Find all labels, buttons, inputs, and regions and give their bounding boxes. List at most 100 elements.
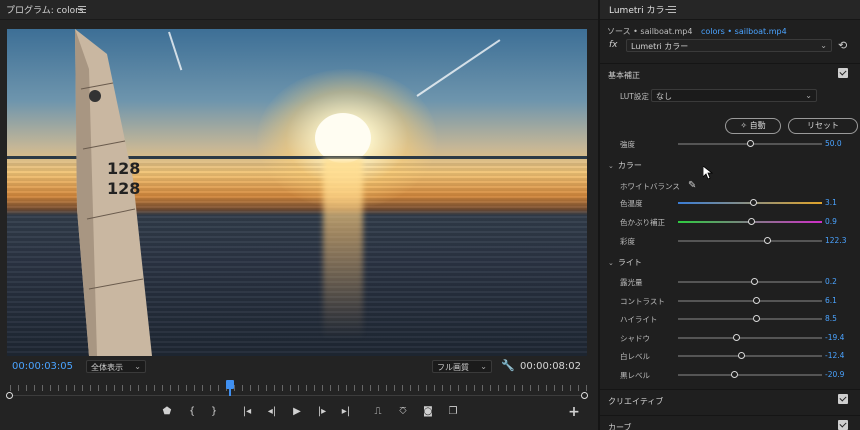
slider-track[interactable] xyxy=(678,336,822,339)
slider-label: 色温度 xyxy=(620,199,643,208)
chevron-down-icon: ⌄ xyxy=(134,362,141,371)
slider-value[interactable]: 6.1 xyxy=(825,296,837,305)
contrail-right xyxy=(416,39,501,97)
slider-label: 白レベル xyxy=(620,352,650,362)
video-frame[interactable]: 128 128 xyxy=(7,29,587,356)
out-point-icon[interactable]: } xyxy=(205,403,223,421)
white-balance-label: ホワイトバランス xyxy=(620,182,680,191)
slider-thumb[interactable] xyxy=(738,352,746,360)
panel-menu-icon[interactable] xyxy=(668,6,676,13)
light-subsection-header[interactable]: ⌄ ライト xyxy=(608,257,642,268)
slider-thumb[interactable] xyxy=(764,237,772,244)
playhead[interactable] xyxy=(225,380,234,396)
step-back-icon[interactable]: ◂| xyxy=(263,403,281,421)
magic-wand-icon: ✧ xyxy=(740,121,750,130)
wrench-icon[interactable]: 🔧 xyxy=(501,359,515,372)
chevron-down-icon: ⌄ xyxy=(608,162,614,170)
slider-thumb[interactable] xyxy=(731,371,739,378)
sail-number-bottom: 128 xyxy=(107,179,141,198)
intensity-slider-row: 強度 50.0 xyxy=(600,137,860,151)
marker-icon[interactable]: ⬟ xyxy=(158,403,176,421)
playback-quality-select[interactable]: フル画質 ⌄ xyxy=(432,360,492,373)
duration-timecode: 00:00:08:02 xyxy=(520,361,582,372)
step-forward-icon[interactable]: |▸ xyxy=(313,403,331,421)
slider-track[interactable] xyxy=(678,318,822,321)
lift-icon[interactable]: ⎍ xyxy=(369,403,387,421)
intensity-value[interactable]: 50.0 xyxy=(825,139,842,148)
curves-checkbox[interactable] xyxy=(838,420,848,430)
slider-label: 色かぶり補正 xyxy=(620,218,665,227)
slider-value[interactable]: 0.2 xyxy=(825,277,837,286)
mouse-cursor-icon xyxy=(703,166,713,180)
intensity-slider-thumb[interactable] xyxy=(747,140,754,147)
slider-thumb[interactable] xyxy=(732,333,740,341)
slider-value[interactable]: 0.9 xyxy=(825,217,837,226)
sailboat-sail xyxy=(75,29,152,356)
active-clip-label[interactable]: colors • sailboat.mp4 xyxy=(701,27,787,36)
time-ruler[interactable] xyxy=(6,380,588,399)
slider-row: 彩度 122.3 xyxy=(600,234,860,248)
lumetri-header: Lumetri カラー xyxy=(600,0,860,20)
monitor-control-bar: 00:00:03:05 全体表示 ⌄ フル画質 ⌄ 🔧 00:00:08:02 xyxy=(0,358,598,376)
section-label: カーブ xyxy=(608,423,632,430)
lut-setting-row: LUT設定 なし ⌄ xyxy=(600,88,860,104)
zoom-level-select[interactable]: 全体表示 ⌄ xyxy=(86,360,146,373)
add-button-icon[interactable]: + xyxy=(565,403,583,421)
fx-icon[interactable]: fx xyxy=(609,40,618,50)
ruler-baseline xyxy=(10,395,588,396)
basic-correction-section[interactable]: 基本補正 xyxy=(600,63,860,83)
creative-checkbox[interactable] xyxy=(838,394,848,404)
slider-label: 黒レベル xyxy=(620,371,650,380)
slider-value[interactable]: -20.9 xyxy=(825,370,844,379)
slider-track[interactable] xyxy=(678,355,822,358)
lut-select[interactable]: なし ⌄ xyxy=(651,89,817,102)
clip-source-row: ソース • sailboat.mp4 colors • sailboat.mp4 xyxy=(607,26,787,37)
slider-thumb[interactable] xyxy=(752,296,760,304)
slider-thumb[interactable] xyxy=(751,278,759,285)
slider-row: 露光量 0.2 xyxy=(600,275,860,289)
go-to-out-icon[interactable]: ▸| xyxy=(337,403,355,421)
slider-value[interactable]: 3.1 xyxy=(825,198,837,207)
slider-value[interactable]: 122.3 xyxy=(825,236,846,245)
slider-thumb[interactable] xyxy=(748,218,756,225)
slider-track[interactable] xyxy=(678,281,822,283)
section-label: 基本補正 xyxy=(608,71,640,80)
reset-button-label: リセット xyxy=(807,121,839,130)
lut-label: LUT設定 xyxy=(620,92,649,101)
lut-select-value: なし xyxy=(656,92,672,101)
go-to-in-icon[interactable]: |◂ xyxy=(238,403,256,421)
ruler-end-handle[interactable] xyxy=(581,392,588,399)
transport-controls: ⬟ { } |◂ ◂| ▶ |▸ ▸| ⎍ ⎏ ◙ ❐ + xyxy=(0,403,598,423)
ruler-ticks xyxy=(10,385,588,391)
slider-track[interactable] xyxy=(678,374,822,376)
curves-section[interactable]: カーブ xyxy=(600,415,860,430)
extract-icon[interactable]: ⎏ xyxy=(394,403,412,421)
slider-track[interactable] xyxy=(678,240,822,242)
compare-view-icon[interactable]: ❐ xyxy=(444,403,462,421)
slider-value[interactable]: 8.5 xyxy=(825,314,837,323)
current-timecode[interactable]: 00:00:03:05 xyxy=(12,361,73,372)
slider-row: コントラスト 6.1 xyxy=(600,294,860,308)
reset-effect-icon[interactable]: ⟲ xyxy=(838,39,847,52)
export-frame-icon[interactable]: ◙ xyxy=(419,403,437,421)
eyedropper-icon[interactable]: ✎ xyxy=(688,180,696,191)
panel-menu-icon[interactable] xyxy=(78,6,86,13)
slider-label: 強度 xyxy=(620,140,635,149)
source-clip-label[interactable]: ソース • sailboat.mp4 xyxy=(607,27,692,36)
slider-thumb[interactable] xyxy=(752,315,760,323)
slider-thumb[interactable] xyxy=(749,199,757,206)
sail-number-top: 128 xyxy=(107,159,141,178)
play-icon[interactable]: ▶ xyxy=(288,403,306,421)
color-subsection-header[interactable]: ⌄ カラー xyxy=(608,160,642,171)
slider-value[interactable]: -19.4 xyxy=(825,333,844,342)
chevron-down-icon: ⌄ xyxy=(820,41,827,50)
slider-value[interactable]: -12.4 xyxy=(825,351,844,360)
reset-button[interactable]: リセット xyxy=(788,118,858,134)
slider-track[interactable] xyxy=(678,299,822,302)
creative-section[interactable]: クリエイティブ xyxy=(600,389,860,409)
auto-button[interactable]: ✧ 自動 xyxy=(725,118,781,134)
effect-select[interactable]: Lumetri カラー ⌄ xyxy=(626,39,832,52)
ruler-start-handle[interactable] xyxy=(6,392,13,399)
basic-correction-checkbox[interactable] xyxy=(838,68,848,78)
in-point-icon[interactable]: { xyxy=(183,403,201,421)
